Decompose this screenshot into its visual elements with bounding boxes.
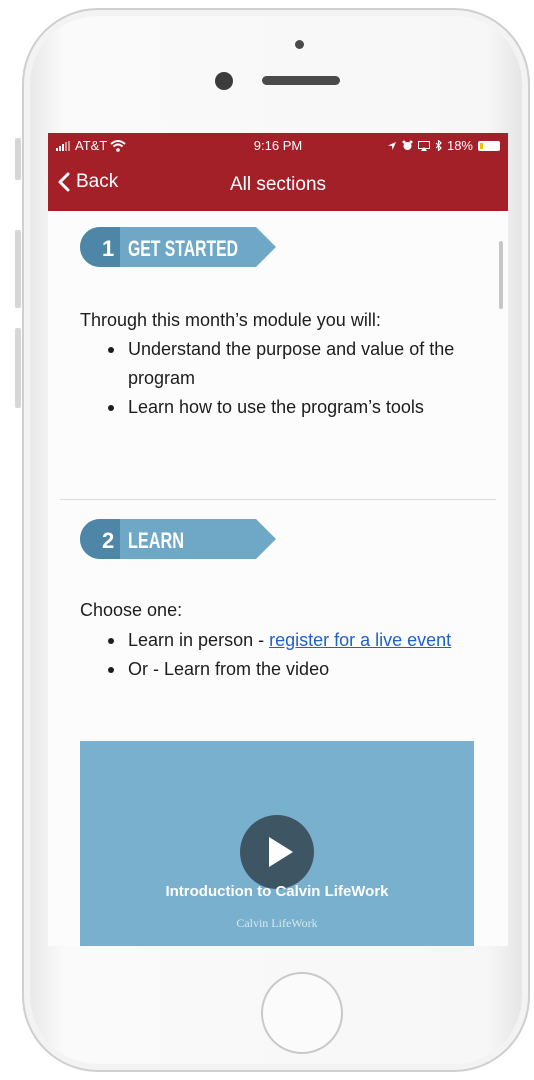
play-button[interactable] bbox=[240, 815, 314, 889]
section-2-bullet-list: Learn in person - register for a live ev… bbox=[106, 626, 456, 684]
list-item: Understand the purpose and value of the … bbox=[106, 335, 456, 393]
location-icon bbox=[387, 141, 396, 150]
screen-mirroring-icon bbox=[417, 140, 430, 151]
battery-percent: 18% bbox=[446, 138, 473, 153]
page-title: All sections bbox=[229, 174, 327, 195]
app-screen: AT&T 9:16 PM 18% Back All sections 1 GET… bbox=[48, 133, 508, 946]
video-title: Introduction to Calvin LifeWork bbox=[165, 883, 389, 900]
section-2-intro: Choose one: bbox=[80, 600, 183, 620]
learn-in-person-text: Learn in person - bbox=[128, 630, 270, 650]
list-item: Learn how to use the program’s tools bbox=[106, 393, 456, 422]
volume-up-button bbox=[15, 230, 21, 308]
mute-switch bbox=[15, 138, 21, 180]
navigation-bar: Back All sections bbox=[48, 157, 508, 211]
battery-icon bbox=[478, 140, 500, 151]
video-player[interactable]: Introduction to Calvin LifeWork Calvin L… bbox=[80, 741, 474, 946]
section-divider bbox=[60, 499, 496, 500]
section-2-banner: 2 LEARN bbox=[80, 519, 276, 559]
sections-content[interactable]: 1 GET STARTED Through this month’s modul… bbox=[48, 211, 508, 946]
section-2-title: LEARN bbox=[128, 528, 184, 553]
section-1-banner: 1 GET STARTED bbox=[80, 227, 276, 267]
home-button[interactable] bbox=[261, 972, 343, 1054]
section-1-intro: Through this month’s module you will: bbox=[80, 310, 381, 330]
bluetooth-icon bbox=[435, 140, 442, 151]
alarm-icon bbox=[402, 140, 413, 150]
earpiece-speaker bbox=[262, 76, 340, 85]
proximity-sensor bbox=[295, 40, 304, 49]
scrollbar[interactable] bbox=[499, 241, 503, 309]
section-1-number: 1 bbox=[102, 236, 114, 261]
register-live-event-link[interactable]: register for a live event bbox=[269, 630, 451, 650]
status-bar: AT&T 9:16 PM 18% bbox=[48, 133, 508, 157]
section-2-number: 2 bbox=[102, 528, 114, 553]
calvin-lifework-logo: Calvin LifeWork bbox=[236, 916, 318, 930]
list-item: Learn in person - register for a live ev… bbox=[106, 626, 456, 655]
section-1-title: GET STARTED bbox=[128, 236, 238, 261]
play-icon bbox=[269, 837, 293, 867]
list-item: Or - Learn from the video bbox=[106, 655, 456, 684]
volume-down-button bbox=[15, 328, 21, 408]
section-1-bullet-list: Understand the purpose and value of the … bbox=[106, 335, 456, 422]
status-icons: 18% bbox=[387, 138, 500, 153]
front-camera bbox=[215, 72, 233, 90]
